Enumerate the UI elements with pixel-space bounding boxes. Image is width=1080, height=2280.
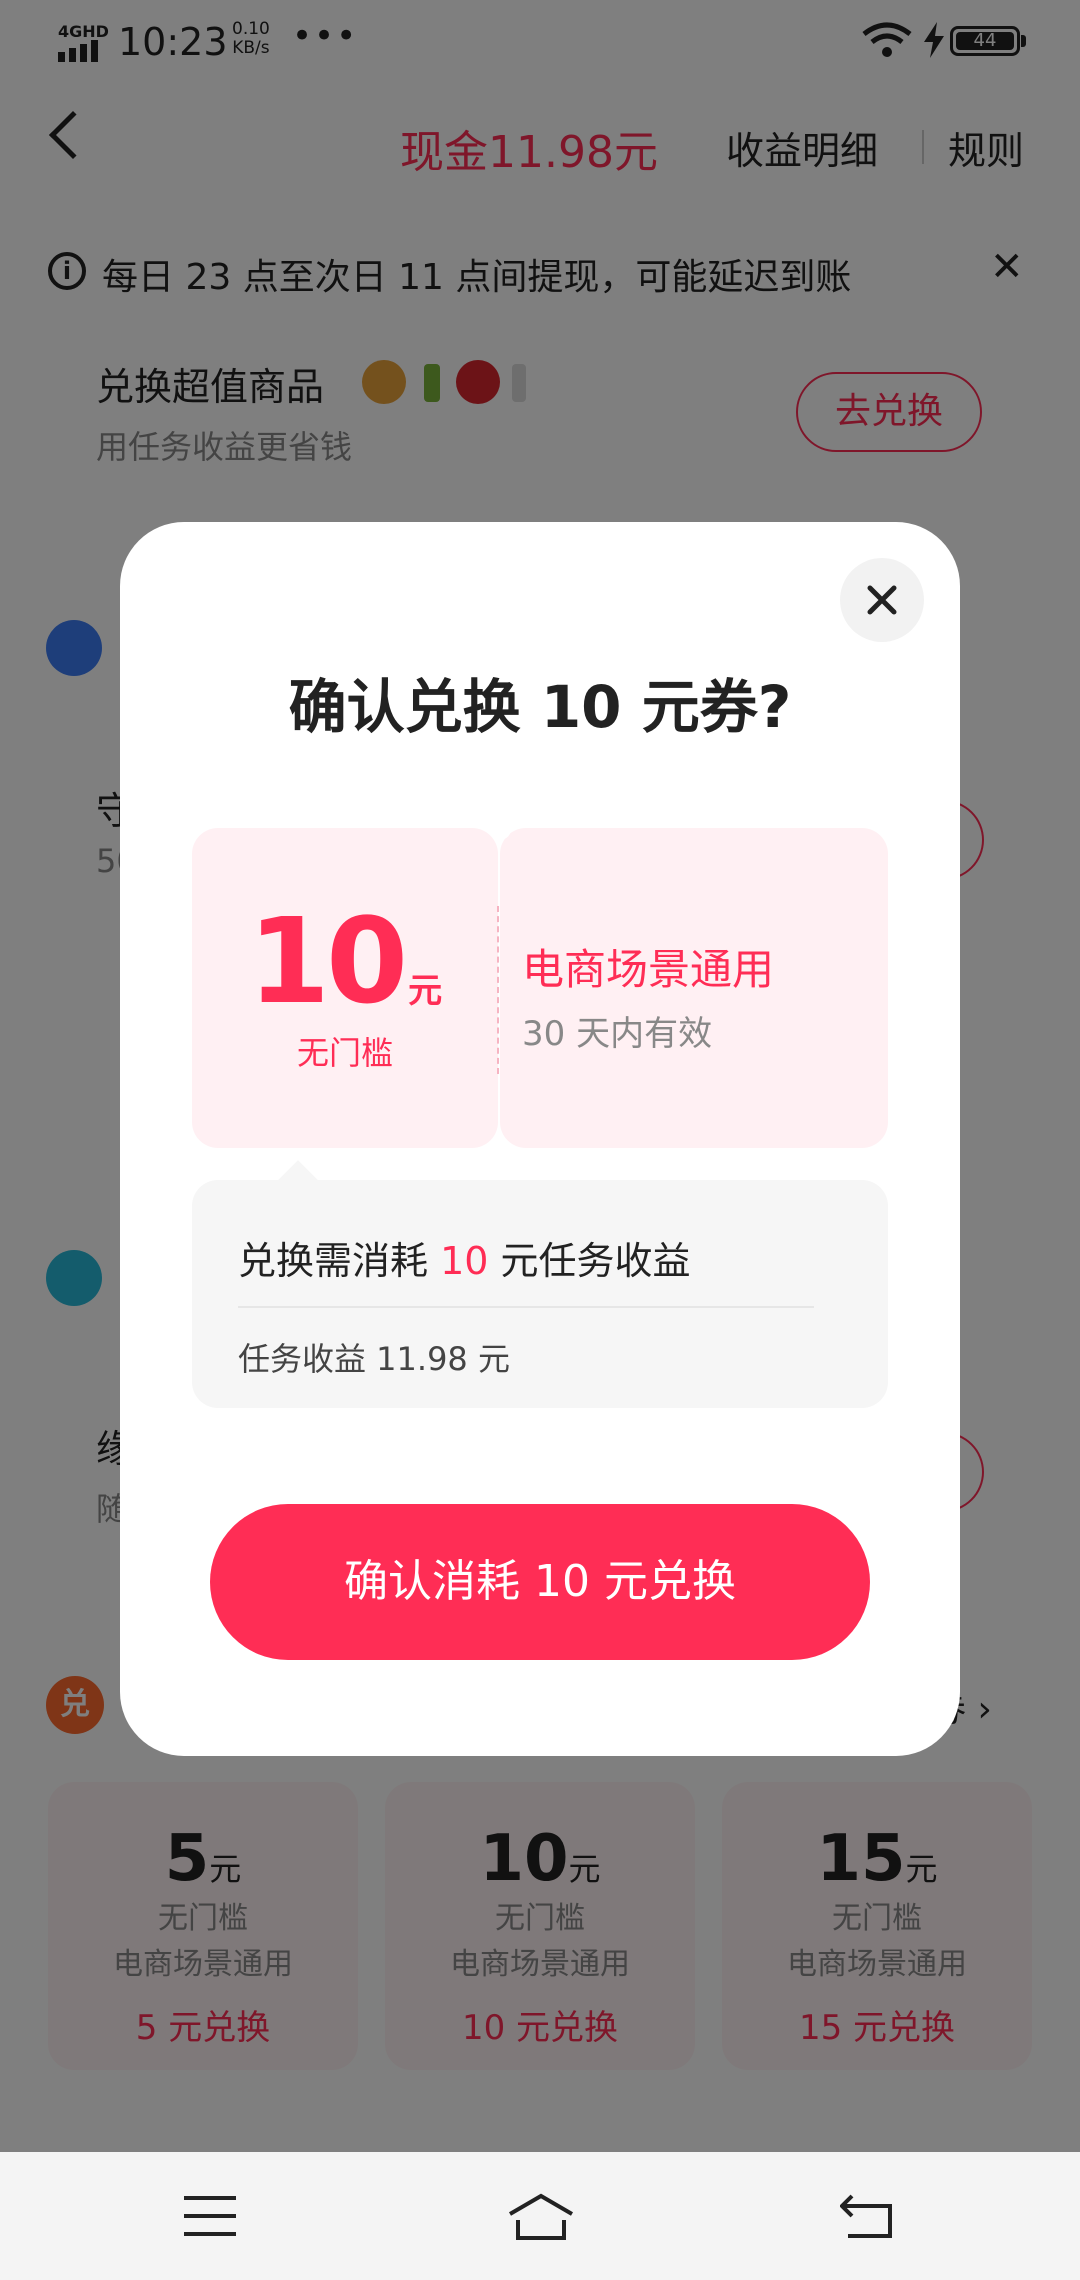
voucher-notch: [489, 818, 511, 840]
voucher-amount: 10 元: [192, 902, 498, 1020]
voucher-amount-number: 10: [247, 892, 408, 1030]
home-icon[interactable]: [506, 2192, 576, 2242]
voucher-amount-unit: 元: [408, 971, 443, 1011]
menu-icon[interactable]: [184, 2196, 236, 2250]
return-icon[interactable]: [840, 2194, 896, 2240]
cost-divider: [238, 1306, 814, 1308]
cost-amount: 10: [440, 1239, 489, 1283]
voucher-threshold: 无门槛: [296, 1034, 393, 1072]
close-dialog-button[interactable]: [840, 558, 924, 642]
dialog-title: 确认兑换 10 元券?: [288, 673, 792, 741]
close-icon: [867, 585, 897, 615]
cost-description: 兑换需消耗 10 元任务收益: [238, 1239, 691, 1283]
voucher-validity: 30 天内有效: [522, 1014, 713, 1054]
task-earnings-balance: 任务收益 11.98 元: [238, 1340, 510, 1378]
voucher-notch: [489, 1138, 511, 1160]
voucher-scene: 电商场景通用: [522, 945, 775, 994]
confirm-exchange-button[interactable]: 确认消耗 10 元兑换: [210, 1504, 870, 1660]
